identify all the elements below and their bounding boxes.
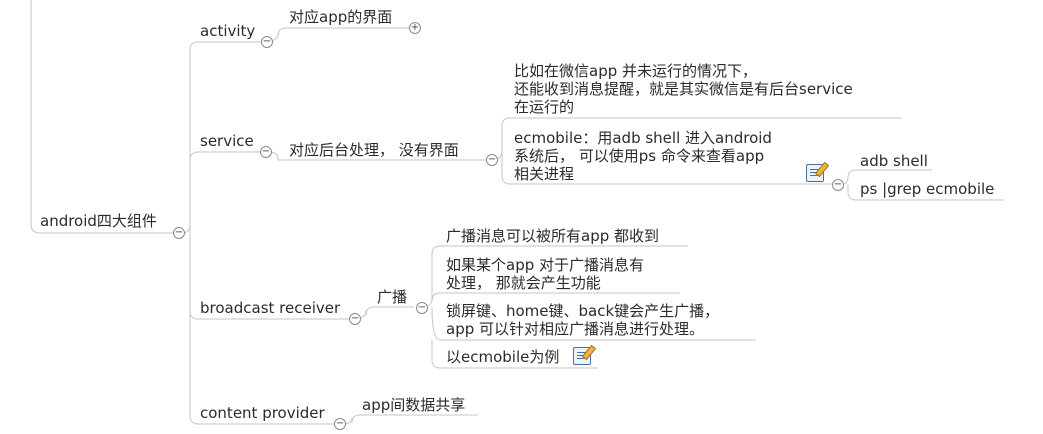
branch-broadcast-receiver[interactable]: broadcast receiver — [200, 299, 340, 318]
broadcast-item-label: 以ecmobile为例 — [446, 348, 560, 366]
command-ps-grep[interactable]: ps |grep ecmobile — [860, 180, 994, 199]
broadcast-item[interactable]: 如果某个app 对于广播消息有 处理， 那就会产生功能 — [446, 256, 644, 292]
broadcast-child[interactable]: 广播 — [377, 288, 407, 307]
branch-content-provider[interactable]: content provider — [200, 404, 325, 423]
service-child[interactable]: 对应后台处理， 没有界面 — [289, 141, 459, 160]
broadcast-item[interactable]: 锁屏键、home键、back键会产生广播， app 可以针对相应广播消息进行处理… — [446, 302, 719, 338]
provider-collapse-toggle[interactable]: − — [334, 418, 346, 430]
broadcast-item-line: 如果某个app 对于广播消息有 — [446, 256, 645, 274]
note-line: 相关进程 — [514, 165, 575, 183]
command-adb-shell[interactable]: adb shell — [860, 152, 928, 171]
activity-collapse-toggle[interactable]: − — [261, 36, 273, 48]
service-label: service — [200, 132, 254, 150]
service-child-label: 对应后台处理， 没有界面 — [289, 141, 459, 159]
activity-expand-toggle[interactable]: + — [409, 22, 421, 34]
command-label: adb shell — [860, 152, 928, 170]
provider-child[interactable]: app间数据共享 — [362, 396, 465, 415]
branch-activity[interactable]: activity — [200, 22, 255, 41]
ecmobile-collapse-toggle[interactable]: − — [832, 179, 844, 191]
note-line: 还能收到消息提醒，就是其实微信是有后台service — [514, 80, 853, 98]
note-edit-icon[interactable] — [806, 164, 824, 182]
root-label: android四大组件 — [40, 212, 157, 230]
broadcast-collapse-toggle[interactable]: − — [349, 313, 361, 325]
broadcast-item[interactable]: 广播消息可以被所有app 都收到 — [446, 227, 659, 246]
root-node[interactable]: android四大组件 — [40, 212, 157, 231]
activity-child-label: 对应app的界面 — [289, 8, 393, 26]
service-child-collapse-toggle[interactable]: − — [486, 154, 498, 166]
broadcast-item-line: 处理， 那就会产生功能 — [446, 274, 601, 292]
broadcast-item[interactable]: 以ecmobile为例 — [446, 348, 559, 367]
broadcast-item-line: app 可以针对相应广播消息进行处理。 — [446, 320, 705, 338]
note-edit-icon[interactable] — [573, 347, 591, 365]
note-line: ecmobile：用adb shell 进入android — [514, 129, 772, 147]
activity-child[interactable]: 对应app的界面 — [289, 8, 392, 27]
provider-label: content provider — [200, 404, 325, 422]
broadcast-child-collapse-toggle[interactable]: − — [416, 302, 428, 314]
command-label: ps |grep ecmobile — [860, 180, 995, 198]
note-line: 系统后， 可以使用ps 命令来查看app — [514, 147, 765, 165]
broadcast-child-label: 广播 — [377, 288, 408, 306]
branch-service[interactable]: service — [200, 132, 254, 151]
activity-label: activity — [200, 22, 256, 40]
provider-child-label: app间数据共享 — [362, 396, 466, 414]
note-line: 比如在微信app 并未运行的情况下， — [514, 62, 758, 80]
service-note-ecmobile[interactable]: ecmobile：用adb shell 进入android 系统后， 可以使用p… — [514, 129, 772, 183]
broadcast-item-label: 广播消息可以被所有app 都收到 — [446, 227, 660, 245]
broadcast-item-line: 锁屏键、home键、back键会产生广播， — [446, 302, 720, 320]
broadcast-label: broadcast receiver — [200, 299, 341, 317]
root-collapse-toggle[interactable]: − — [173, 227, 185, 239]
service-note-wechat[interactable]: 比如在微信app 并未运行的情况下， 还能收到消息提醒，就是其实微信是有后台se… — [514, 62, 853, 116]
note-line: 在运行的 — [514, 98, 575, 116]
service-collapse-toggle[interactable]: − — [260, 146, 272, 158]
